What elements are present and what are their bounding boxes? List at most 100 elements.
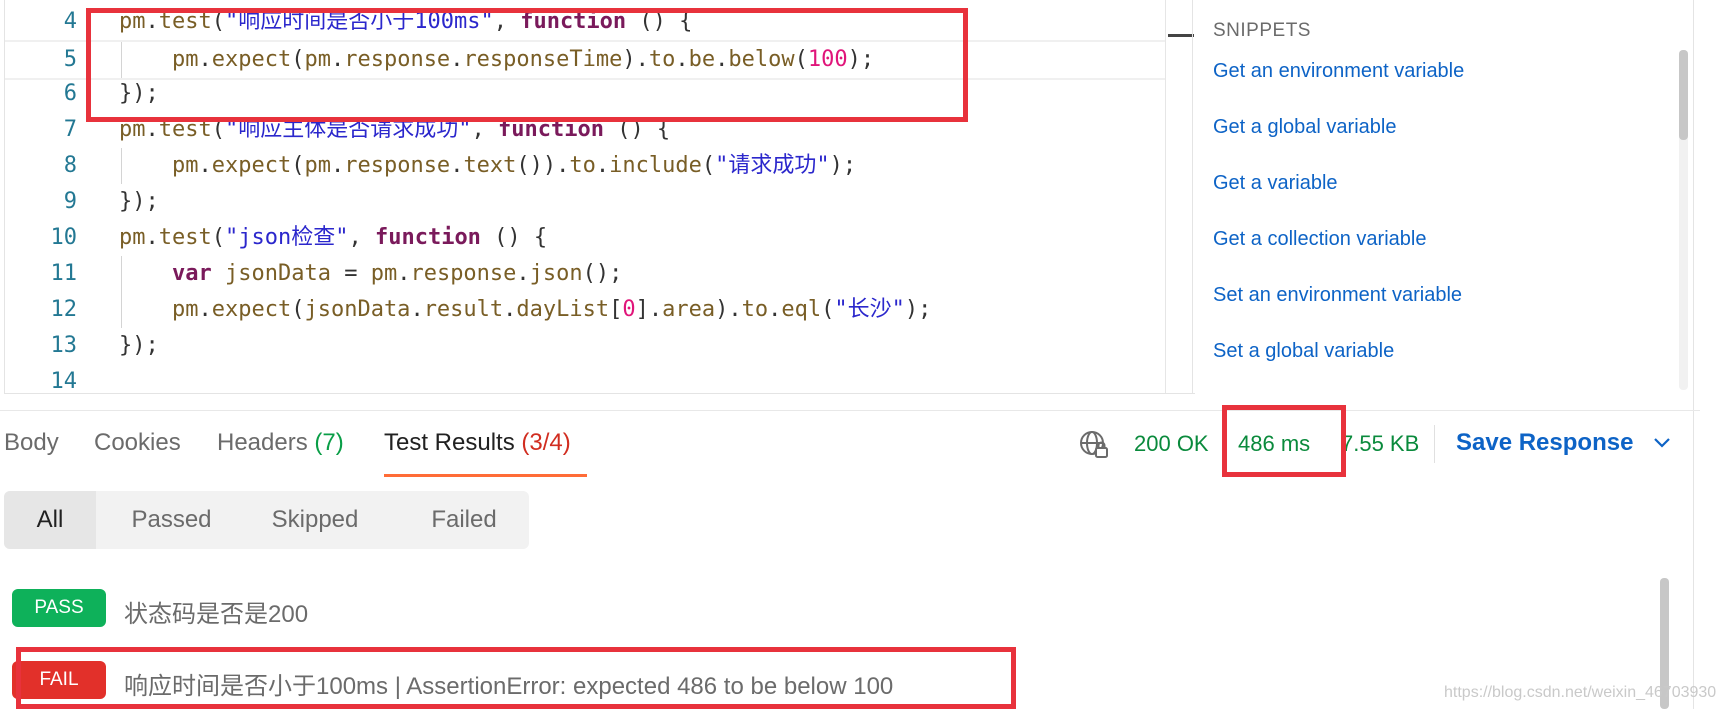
response-size[interactable]: 7.55 KB — [1341, 431, 1419, 457]
code-token: pm — [304, 153, 331, 178]
snippet-get-environment-variable[interactable]: Get an environment variable — [1213, 60, 1464, 83]
tab-test-results-label: Test Results — [384, 429, 515, 456]
line-number: 10 — [50, 225, 78, 250]
code-token: . — [397, 261, 411, 286]
code-token: pm — [171, 297, 199, 322]
stats-divider — [1434, 425, 1435, 463]
code-token: test — [158, 225, 212, 250]
code-token: , — [348, 225, 375, 250]
code-token: json — [529, 261, 583, 286]
code-line[interactable]: 12 pm.expect(jsonData.result.dayList[0].… — [5, 292, 1165, 328]
code-text: }); — [119, 184, 159, 220]
code-token: "请求成功" — [715, 153, 830, 178]
line-number: 7 — [63, 117, 77, 142]
code-token: 0 — [622, 297, 636, 322]
snippets-scrollbar[interactable] — [1679, 50, 1688, 390]
tab-headers[interactable]: Headers (7) — [217, 429, 344, 457]
active-tab-indicator — [384, 474, 587, 477]
code-token: . — [595, 153, 610, 178]
code-token: pm — [119, 225, 146, 250]
code-token: ( — [701, 153, 716, 178]
code-line[interactable]: 11 var jsonData = pm.response.json(); — [5, 256, 1165, 292]
response-tabs-bar: Body Cookies Headers (7) Test Results (3… — [0, 410, 1700, 479]
code-token: expect — [211, 297, 292, 322]
code-token: . — [516, 261, 530, 286]
chevron-down-icon[interactable] — [1652, 433, 1672, 453]
code-line[interactable]: 14 — [5, 364, 1165, 393]
highlight-box-response-time — [1222, 405, 1346, 477]
line-number: 11 — [50, 261, 78, 286]
tab-headers-label: Headers — [217, 429, 308, 456]
highlight-box-fail-row — [16, 647, 1016, 709]
code-token: result — [423, 297, 504, 322]
code-token: ); — [829, 153, 857, 178]
snippet-get-global-variable[interactable]: Get a global variable — [1213, 116, 1396, 139]
code-token: . — [410, 297, 424, 322]
snippet-get-collection-variable[interactable]: Get a collection variable — [1213, 228, 1426, 251]
panel-border — [1693, 0, 1694, 709]
code-line[interactable]: 10 pm.test("json检查", function () { — [5, 220, 1165, 256]
response-status[interactable]: 200 OK — [1134, 431, 1209, 457]
filter-skipped[interactable]: Skipped — [240, 491, 390, 549]
tab-headers-count: (7) — [314, 429, 344, 456]
code-text: pm.expect(jsonData.result.dayList[0].are… — [119, 292, 931, 328]
code-token: ( — [291, 153, 305, 178]
code-text: pm.expect(pm.response.text()).to.include… — [119, 148, 856, 184]
save-response-button[interactable]: Save Response — [1456, 429, 1633, 457]
snippets-scroll-thumb[interactable] — [1679, 50, 1688, 140]
code-token: . — [198, 153, 212, 178]
code-token: }); — [119, 333, 159, 358]
code-token: expect — [211, 153, 292, 178]
tab-body[interactable]: Body — [4, 429, 59, 457]
code-line[interactable]: 9}); — [5, 184, 1165, 220]
code-token: = — [330, 261, 371, 286]
code-token: function — [374, 225, 481, 250]
tab-cookies[interactable]: Cookies — [94, 429, 181, 457]
code-token: var — [171, 261, 212, 286]
code-text: }); — [119, 328, 159, 364]
line-number: 6 — [63, 81, 77, 106]
code-token: . — [450, 153, 464, 178]
tab-test-results[interactable]: Test Results (3/4) — [384, 429, 571, 457]
watermark: https://blog.csdn.net/weixin_46703930 — [1444, 684, 1717, 701]
code-token: dayList — [516, 297, 610, 322]
snippet-set-environment-variable[interactable]: Set an environment variable — [1213, 284, 1462, 307]
line-number: 9 — [63, 189, 77, 214]
code-token: response — [344, 153, 451, 178]
line-number: 4 — [63, 9, 77, 34]
highlight-box-code — [86, 8, 968, 122]
code-token: ( — [211, 225, 225, 250]
line-number: 8 — [63, 153, 77, 178]
code-token: . — [768, 297, 782, 322]
code-text: var jsonData = pm.response.json(); — [119, 256, 622, 292]
code-token: . — [503, 297, 517, 322]
code-token: }); — [119, 189, 159, 214]
filter-all[interactable]: All — [4, 491, 96, 549]
code-token: "长沙" — [834, 297, 905, 322]
line-number: 12 — [50, 297, 78, 322]
code-token: ( — [291, 297, 305, 322]
snippets-panel: SNIPPETS Get an environment variable Get… — [1192, 0, 1693, 393]
filter-passed[interactable]: Passed — [104, 491, 239, 549]
globe-lock-icon[interactable] — [1078, 429, 1110, 461]
code-token: eql — [781, 297, 822, 322]
snippet-set-global-variable[interactable]: Set a global variable — [1213, 340, 1394, 363]
code-token: to — [569, 153, 596, 178]
code-line[interactable]: 13}); — [5, 328, 1165, 364]
code-token: jsonData — [304, 297, 411, 322]
test-result-name: 状态码是否是200 — [124, 601, 309, 628]
code-token: . — [145, 225, 159, 250]
code-token: . — [198, 297, 212, 322]
snippet-get-variable[interactable]: Get a variable — [1213, 172, 1338, 195]
filter-failed[interactable]: Failed — [402, 491, 526, 549]
code-token: () { — [480, 225, 548, 250]
code-token: [ — [609, 297, 623, 322]
pass-badge: PASS — [12, 589, 106, 627]
code-line[interactable]: 8 pm.expect(pm.response.text()).to.inclu… — [5, 148, 1165, 184]
code-text: pm.test("json检查", function () { — [119, 220, 547, 256]
editor-scroll-marker — [1168, 34, 1194, 37]
code-token: . — [330, 153, 345, 178]
line-number: 13 — [50, 333, 78, 358]
code-token: text — [463, 153, 517, 178]
